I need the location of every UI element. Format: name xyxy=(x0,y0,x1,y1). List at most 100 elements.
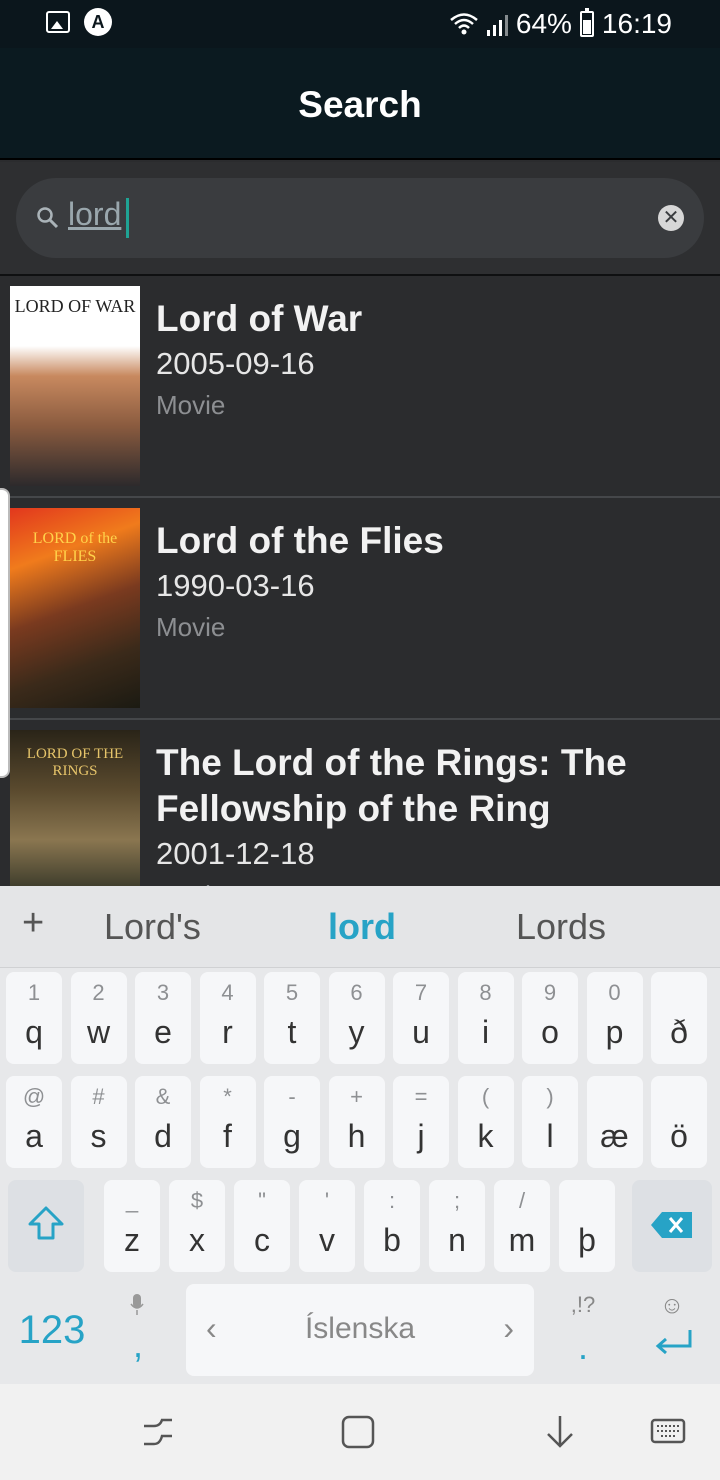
battery-percent: 64% xyxy=(515,8,572,39)
key-z[interactable]: _ z xyxy=(104,1180,160,1272)
key-j[interactable]: = j xyxy=(393,1076,449,1168)
key-label: y xyxy=(348,1014,365,1050)
key-hint: ; xyxy=(453,1188,461,1213)
plus-icon[interactable]: + xyxy=(22,902,44,945)
result-title: Lord of the Flies xyxy=(156,520,444,561)
result-title: The Lord of the Rings: The Fellowship of… xyxy=(156,742,627,829)
clear-icon[interactable]: ✕ xyxy=(658,205,684,231)
system-nav-bar xyxy=(0,1384,720,1480)
key-label: l xyxy=(546,1118,554,1154)
recent-apps-icon[interactable] xyxy=(140,1414,176,1450)
key-d[interactable]: & d xyxy=(135,1076,191,1168)
key-label: m xyxy=(508,1222,536,1258)
key-label: d xyxy=(154,1118,172,1154)
movie-poster: LORD OF WAR xyxy=(10,286,140,486)
key-c[interactable]: " c xyxy=(234,1180,290,1272)
key-hint: 0 xyxy=(608,980,621,1005)
results-list: LORD OF WAR Lord of War 2005-09-16 Movie… xyxy=(0,276,720,886)
result-type: Movie xyxy=(156,612,226,642)
key-hint: 6 xyxy=(350,980,363,1005)
search-icon xyxy=(37,207,59,229)
backspace-key[interactable] xyxy=(632,1180,712,1272)
clock: 16:19 xyxy=(601,8,672,39)
key-ö[interactable]: ö xyxy=(651,1076,707,1168)
key-hint: 7 xyxy=(414,980,428,1005)
space-key-label: Íslenska xyxy=(304,1312,416,1345)
chevron-right-icon: › xyxy=(503,1310,514,1346)
key-æ[interactable]: æ xyxy=(586,1076,643,1168)
key-h[interactable]: + h xyxy=(328,1076,385,1168)
key-n[interactable]: ; n xyxy=(429,1180,485,1272)
key-o[interactable]: 9o xyxy=(522,972,578,1064)
search-box[interactable]: lord ✕ xyxy=(16,178,704,258)
key-k[interactable]: (k xyxy=(457,1076,514,1168)
key-x[interactable]: $ x xyxy=(169,1180,225,1272)
key-hint: _ xyxy=(125,1188,139,1213)
key-label: c xyxy=(254,1222,270,1258)
comma-key[interactable]: , xyxy=(106,1284,170,1376)
key-g[interactable]: -g xyxy=(264,1076,320,1168)
period-key[interactable]: ,!? . xyxy=(548,1284,618,1376)
wifi-icon xyxy=(450,13,478,35)
key-hint: / xyxy=(518,1188,526,1213)
key-label: g xyxy=(283,1118,301,1154)
key-p[interactable]: 0p xyxy=(586,972,643,1064)
key-hint: * xyxy=(223,1084,232,1109)
key-q[interactable]: 1q xyxy=(6,972,62,1064)
key-t[interactable]: 5t xyxy=(264,972,320,1064)
keyboard-switch-icon[interactable] xyxy=(650,1414,686,1450)
battery-icon xyxy=(579,8,594,37)
space-key[interactable]: ‹ Íslenska › xyxy=(186,1284,534,1376)
key-e[interactable]: 3e xyxy=(135,972,191,1064)
signal-icon xyxy=(486,12,508,36)
key-l[interactable]: ) l xyxy=(522,1076,578,1168)
movie-poster: LORD of the FLIES xyxy=(10,508,140,708)
image-notification-icon xyxy=(46,11,70,33)
key-b[interactable]: :b xyxy=(364,1180,420,1272)
shift-icon xyxy=(28,1206,64,1240)
result-type: Movie xyxy=(156,390,226,420)
suggestion-item-selected[interactable]: lord xyxy=(328,906,396,948)
key-label: x xyxy=(189,1222,205,1258)
key-hint: + xyxy=(350,1084,363,1109)
key-label: b xyxy=(383,1222,401,1258)
key-label: e xyxy=(154,1014,172,1050)
back-down-icon[interactable] xyxy=(542,1414,578,1450)
result-item[interactable]: LORD OF WAR Lord of War 2005-09-16 Movie xyxy=(0,276,720,498)
suggestion-item[interactable]: Lord's xyxy=(104,906,201,948)
search-input[interactable]: lord xyxy=(68,196,121,233)
key-u[interactable]: 7u xyxy=(393,972,449,1064)
key-ð[interactable]: ð xyxy=(651,972,707,1064)
poster-title: LORD OF WAR xyxy=(14,296,136,316)
key-label: o xyxy=(541,1014,559,1050)
key-label: i xyxy=(481,1014,490,1050)
key-þ[interactable]: þ xyxy=(559,1180,615,1272)
key-a[interactable]: @ a xyxy=(6,1076,62,1168)
key-label: j xyxy=(417,1118,425,1154)
key-f[interactable]: * f xyxy=(199,1076,256,1168)
key-y[interactable]: 6y xyxy=(328,972,385,1064)
numbers-key[interactable]: 123 xyxy=(0,1284,104,1376)
key-hint: 4 xyxy=(221,980,234,1005)
numbers-key-label: 123 xyxy=(18,1308,86,1352)
suggestion-item[interactable]: Lords xyxy=(516,906,606,948)
result-item[interactable]: LORD of the FLIES Lord of the Flies 1990… xyxy=(0,498,720,720)
key-label: a xyxy=(25,1118,43,1154)
suggestion-bar: + Lord's lord Lords xyxy=(0,886,720,968)
key-hint: 8 xyxy=(479,980,492,1005)
status-bar: A 64% 16:19 xyxy=(0,0,720,48)
key-label: z xyxy=(124,1222,140,1258)
enter-key[interactable]: ☺ xyxy=(632,1284,712,1376)
key-r[interactable]: 4r xyxy=(199,972,256,1064)
shift-key[interactable] xyxy=(8,1180,84,1272)
key-s[interactable]: # s xyxy=(70,1076,127,1168)
result-item[interactable]: LORD OF THE RINGS The Lord of the Rings:… xyxy=(0,720,720,886)
edge-panel-handle[interactable] xyxy=(0,488,10,778)
key-hint: 9 xyxy=(543,980,557,1005)
key-v[interactable]: ' v xyxy=(299,1180,355,1272)
key-w[interactable]: 2w xyxy=(70,972,127,1064)
key-m[interactable]: / m xyxy=(494,1180,550,1272)
key-i[interactable]: 8i xyxy=(457,972,514,1064)
key-hint: # xyxy=(92,1084,105,1109)
home-icon[interactable] xyxy=(340,1414,376,1450)
